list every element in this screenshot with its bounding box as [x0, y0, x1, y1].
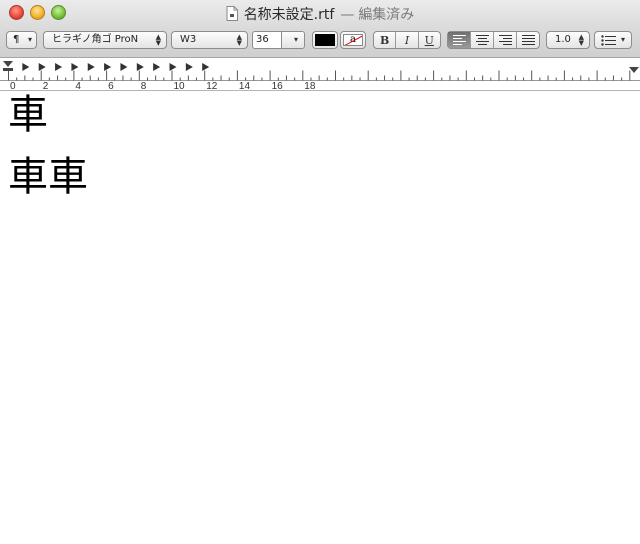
font-family-popup[interactable]: ヒラギノ角ゴ ProN ▲ ▼ — [43, 31, 167, 49]
align-right-icon — [498, 35, 512, 45]
document-text-area[interactable]: 車 車車 — [0, 91, 640, 544]
rtf-document-icon[interactable] — [226, 6, 238, 21]
font-style-popup[interactable]: W3 ▲ ▼ — [171, 31, 248, 49]
align-justify-icon — [521, 35, 535, 45]
chevron-down-icon: ▾ — [620, 35, 625, 44]
ruler-label: 4 — [75, 81, 81, 90]
tab-stop-marker — [169, 63, 177, 71]
tab-stop-marker — [153, 63, 161, 71]
underline-button[interactable]: U — [417, 32, 440, 48]
font-size-dropdown-button[interactable]: ▾ — [281, 31, 305, 49]
document-line-1: 車 — [8, 92, 48, 138]
up-down-arrows-icon: ▲ ▼ — [578, 33, 584, 47]
ruler-label: 6 — [108, 81, 114, 90]
ruler-label: 12 — [206, 81, 218, 90]
up-down-arrows-icon: ▲ ▼ — [236, 33, 242, 47]
tab-stop-marker — [71, 63, 79, 71]
line-spacing-value: 1.0 — [555, 34, 571, 45]
align-left-icon — [452, 35, 466, 45]
ruler-label: 18 — [304, 81, 316, 90]
title-separator: — — [340, 7, 355, 23]
align-right-button[interactable] — [493, 32, 516, 48]
ruler-label: 0 — [10, 81, 16, 90]
tab-stop-marker — [104, 63, 112, 71]
tab-stop-marker — [202, 63, 210, 71]
text-color-button[interactable] — [312, 31, 338, 49]
list-bullets-icon — [601, 35, 616, 46]
align-justify-button[interactable] — [516, 32, 539, 48]
document-line-2: 車車 — [8, 154, 88, 200]
text-color-swatch — [315, 34, 335, 46]
align-left-button[interactable] — [448, 32, 470, 48]
lists-popup[interactable]: ▾ — [594, 31, 632, 49]
right-margin-marker — [629, 67, 639, 73]
background-color-button[interactable]: a — [340, 31, 366, 49]
font-size-value: 36 — [256, 34, 269, 45]
left-indent-marker — [3, 68, 13, 71]
pilcrow-icon: ¶ — [13, 34, 20, 45]
tab-stop-marker — [38, 63, 46, 71]
align-center-icon — [475, 35, 489, 45]
font-style-value: W3 — [180, 34, 197, 45]
tab-stop-marker — [185, 63, 193, 71]
alignment-segmented-control — [447, 31, 540, 49]
textedit-window: 名称未設定.rtf — 編集済み ¶ ▾ ヒラギノ角ゴ ProN ▲ ▼ W3 ▲ ▼ … — [0, 0, 640, 544]
edited-status: 編集済み — [358, 7, 415, 23]
background-color-swatch: a — [343, 34, 363, 46]
font-family-value: ヒラギノ角ゴ ProN — [52, 34, 139, 45]
window-title-bar: 名称未設定.rtf — 編集済み — [0, 4, 640, 24]
window-title: 名称未設定.rtf — [243, 7, 335, 23]
tab-stop-marker — [136, 63, 144, 71]
up-down-arrows-icon: ▲ ▼ — [155, 33, 161, 47]
tab-stop-marker — [55, 63, 63, 71]
ruler-label: 8 — [141, 81, 147, 90]
tab-stop-marker — [87, 63, 95, 71]
line-spacing-popup[interactable]: 1.0 ▲ ▼ — [546, 31, 590, 49]
ruler-label: 14 — [239, 81, 251, 90]
first-line-indent-marker — [3, 61, 13, 67]
text-ruler[interactable]: 0 2 4 6 8 10 12 14 16 18 — [0, 58, 640, 91]
text-style-segmented-control: B I U — [373, 31, 441, 49]
ruler-label: 2 — [43, 81, 49, 90]
ruler-graphic: 0 2 4 6 8 10 12 14 16 18 — [0, 61, 640, 90]
tab-stop-marker — [22, 63, 30, 71]
chevron-down-icon: ▾ — [27, 35, 32, 44]
align-center-button[interactable] — [470, 32, 493, 48]
ruler-label: 10 — [174, 81, 186, 90]
ruler-label: 16 — [272, 81, 284, 90]
paragraph-styles-menu[interactable]: ¶ ▾ — [6, 31, 37, 49]
font-size-input[interactable]: 36 — [252, 31, 282, 49]
italic-button[interactable]: I — [395, 32, 417, 48]
tab-stop-marker — [120, 63, 128, 71]
chevron-down-icon: ▾ — [293, 35, 298, 44]
bold-button[interactable]: B — [374, 32, 395, 48]
window-toolbar: 名称未設定.rtf — 編集済み ¶ ▾ ヒラギノ角ゴ ProN ▲ ▼ W3 ▲ ▼ … — [0, 0, 640, 58]
